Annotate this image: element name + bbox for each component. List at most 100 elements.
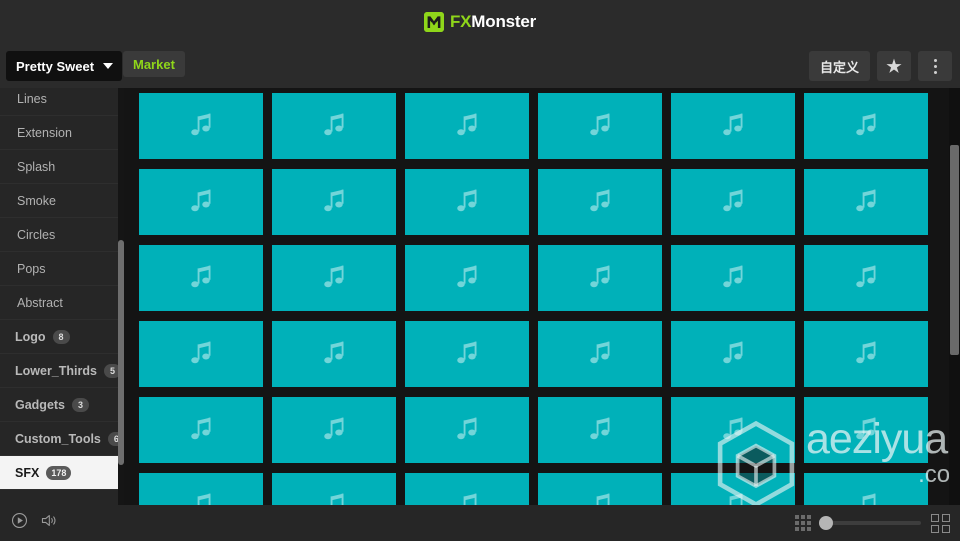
zoom-slider-handle[interactable] bbox=[819, 516, 833, 530]
music-note-icon bbox=[718, 339, 748, 369]
music-note-icon bbox=[452, 111, 482, 141]
music-note-icon bbox=[452, 415, 482, 445]
music-note-icon bbox=[186, 339, 216, 369]
asset-tile[interactable] bbox=[538, 93, 662, 159]
asset-tile[interactable] bbox=[139, 473, 263, 505]
project-dropdown[interactable]: Pretty Sweet bbox=[6, 51, 123, 81]
asset-tile[interactable] bbox=[538, 321, 662, 387]
asset-tile[interactable] bbox=[139, 245, 263, 311]
asset-tile[interactable] bbox=[272, 245, 396, 311]
asset-tile[interactable] bbox=[272, 169, 396, 235]
music-note-icon bbox=[186, 491, 216, 505]
play-button[interactable] bbox=[8, 512, 30, 534]
music-note-icon bbox=[718, 263, 748, 293]
music-note-icon bbox=[186, 415, 216, 445]
asset-tile[interactable] bbox=[671, 93, 795, 159]
sidebar-item-splash[interactable]: Splash bbox=[0, 150, 124, 184]
favorite-button[interactable]: ★ bbox=[877, 51, 911, 81]
sidebar-item-logo[interactable]: Logo 8 bbox=[0, 320, 124, 354]
sidebar-item-custom_tools[interactable]: Custom_Tools 6 bbox=[0, 422, 124, 456]
zoom-slider[interactable] bbox=[819, 516, 921, 530]
asset-tile[interactable] bbox=[804, 93, 928, 159]
asset-grid-panel: aeziyuan .com bbox=[124, 88, 960, 505]
star-icon: ★ bbox=[886, 56, 902, 76]
sidebar-item-lower_thirds[interactable]: Lower_Thirds 5 bbox=[0, 354, 124, 388]
asset-tile[interactable] bbox=[405, 473, 529, 505]
asset-grid bbox=[139, 93, 929, 505]
music-note-icon bbox=[452, 187, 482, 217]
brand-title: FXMonster bbox=[450, 12, 536, 32]
asset-tile[interactable] bbox=[139, 93, 263, 159]
asset-tile[interactable] bbox=[804, 321, 928, 387]
sidebar-item-smoke[interactable]: Smoke bbox=[0, 184, 124, 218]
sidebar-item-abstract[interactable]: Abstract bbox=[0, 286, 124, 320]
tab-market[interactable]: Market bbox=[123, 51, 185, 77]
asset-tile[interactable] bbox=[671, 473, 795, 505]
asset-tile[interactable] bbox=[538, 397, 662, 463]
monster-m-icon bbox=[423, 12, 444, 32]
music-note-icon bbox=[585, 415, 615, 445]
sidebar-item-sfx[interactable]: SFX 178 bbox=[0, 456, 124, 490]
asset-tile[interactable] bbox=[139, 397, 263, 463]
music-note-icon bbox=[851, 111, 881, 141]
asset-tile[interactable] bbox=[671, 397, 795, 463]
asset-tile[interactable] bbox=[804, 473, 928, 505]
volume-button[interactable] bbox=[38, 512, 60, 534]
asset-tile[interactable] bbox=[139, 169, 263, 235]
music-note-icon bbox=[319, 339, 349, 369]
asset-tile[interactable] bbox=[272, 93, 396, 159]
sidebar-item-label: Pops bbox=[17, 261, 46, 276]
playback-controls bbox=[0, 512, 60, 534]
sidebar-item-count-badge: 8 bbox=[52, 329, 70, 344]
asset-tile[interactable] bbox=[139, 321, 263, 387]
brand-name: Monster bbox=[471, 12, 537, 31]
view-controls bbox=[795, 505, 950, 541]
asset-tile[interactable] bbox=[405, 245, 529, 311]
music-note-icon bbox=[851, 263, 881, 293]
project-dropdown-label: Pretty Sweet bbox=[16, 58, 95, 74]
sidebar-item-label: SFX bbox=[15, 465, 40, 480]
asset-tile[interactable] bbox=[671, 169, 795, 235]
asset-tile[interactable] bbox=[671, 245, 795, 311]
title-bar: FXMonster bbox=[0, 0, 960, 44]
grid-3x3-icon[interactable] bbox=[795, 515, 811, 531]
asset-tile[interactable] bbox=[804, 245, 928, 311]
brand-fx: FX bbox=[449, 12, 472, 31]
grid-scrollbar-thumb[interactable] bbox=[950, 145, 959, 355]
asset-tile[interactable] bbox=[538, 169, 662, 235]
asset-tile[interactable] bbox=[538, 245, 662, 311]
asset-tile[interactable] bbox=[405, 169, 529, 235]
asset-tile[interactable] bbox=[405, 397, 529, 463]
music-note-icon bbox=[851, 187, 881, 217]
sidebar-item-extension[interactable]: Extension bbox=[0, 116, 124, 150]
sidebar-item-count-badge: 3 bbox=[72, 397, 90, 412]
grid-2x2-icon[interactable] bbox=[931, 513, 950, 533]
sidebar-item-pops[interactable]: Pops bbox=[0, 252, 124, 286]
music-note-icon bbox=[718, 111, 748, 141]
asset-tile[interactable] bbox=[272, 473, 396, 505]
grid-scrollbar-track[interactable] bbox=[949, 88, 960, 505]
music-note-icon bbox=[718, 415, 748, 445]
music-note-icon bbox=[319, 263, 349, 293]
sidebar-item-lines[interactable]: Lines bbox=[0, 88, 124, 116]
sidebar-item-label: Extension bbox=[17, 125, 72, 140]
more-options-button[interactable] bbox=[918, 51, 952, 81]
asset-tile[interactable] bbox=[272, 321, 396, 387]
asset-tile[interactable] bbox=[538, 473, 662, 505]
asset-tile[interactable] bbox=[405, 93, 529, 159]
asset-tile[interactable] bbox=[272, 397, 396, 463]
sidebar-item-gadgets[interactable]: Gadgets 3 bbox=[0, 388, 124, 422]
sidebar-item-circles[interactable]: Circles bbox=[0, 218, 124, 252]
app-window: FXMonster Pretty Sweet Market 自定义 ★ Line… bbox=[0, 0, 960, 541]
music-note-icon bbox=[851, 339, 881, 369]
asset-tile[interactable] bbox=[804, 169, 928, 235]
sidebar[interactable]: Lines Extension Splash Smoke Circles Pops Abst… bbox=[0, 88, 124, 505]
music-note-icon bbox=[452, 491, 482, 505]
customize-button[interactable]: 自定义 bbox=[808, 51, 870, 81]
asset-tile[interactable] bbox=[804, 397, 928, 463]
sidebar-list: Lines Extension Splash Smoke Circles Pops Abst… bbox=[0, 88, 124, 490]
sidebar-item-label: Logo bbox=[15, 329, 46, 344]
volume-icon bbox=[40, 512, 58, 534]
asset-tile[interactable] bbox=[405, 321, 529, 387]
asset-tile[interactable] bbox=[671, 321, 795, 387]
